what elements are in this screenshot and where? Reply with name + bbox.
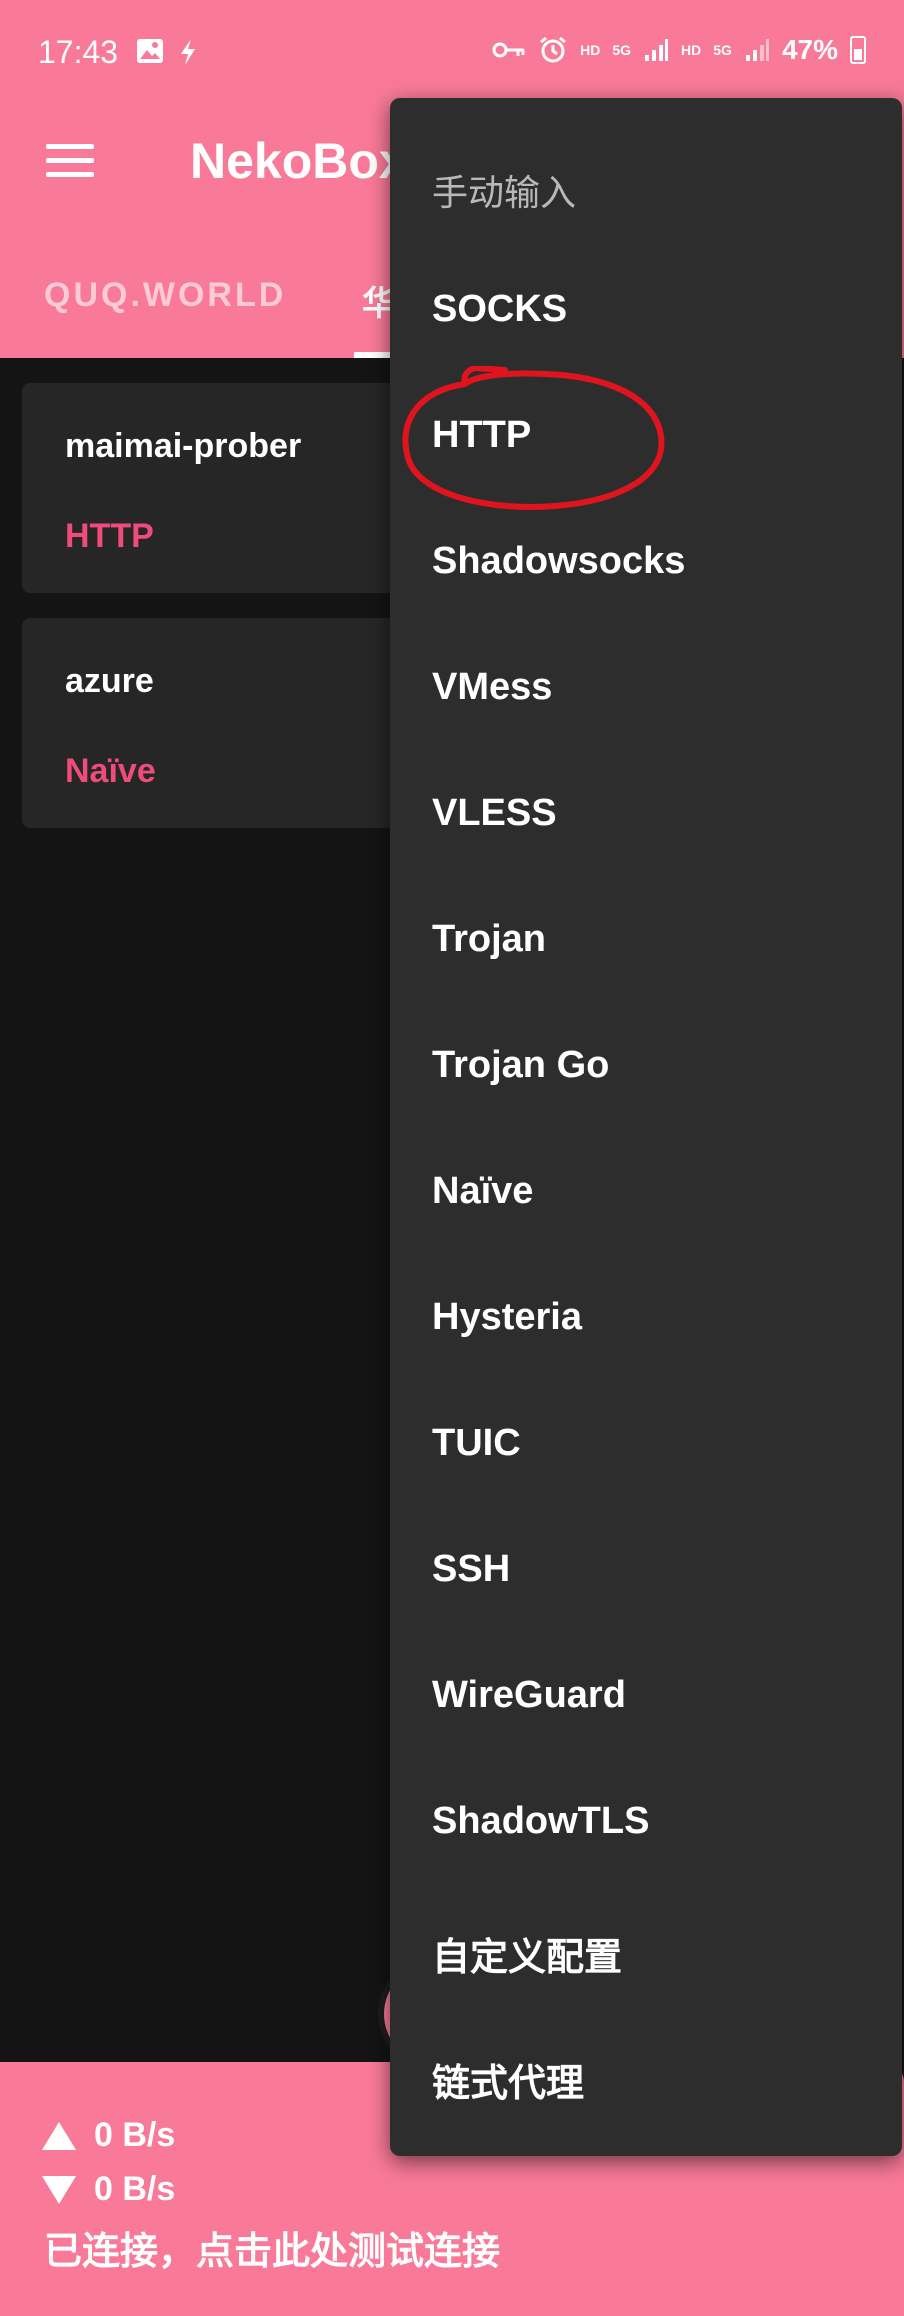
download-speed-value: 0 B/s — [94, 2170, 176, 2208]
hd-badge-1: HD — [580, 42, 601, 58]
profile-type: Naïve — [65, 752, 156, 790]
upload-speed-value: 0 B/s — [94, 2116, 176, 2154]
menu-item-http[interactable]: HTTP — [432, 414, 531, 457]
upload-arrow-icon — [42, 2121, 76, 2150]
menu-item-tuic[interactable]: TUIC — [432, 1422, 521, 1465]
lightning-icon — [181, 39, 195, 65]
status-time: 17:43 — [38, 34, 119, 70]
menu-item-trojan[interactable]: Trojan — [432, 918, 546, 961]
download-arrow-icon — [42, 2175, 76, 2204]
menu-item-trojan-go[interactable]: Trojan Go — [432, 1044, 609, 1087]
profile-card[interactable]: maimai-prober HTTP — [22, 383, 422, 593]
key-icon — [492, 42, 525, 58]
alarm-icon — [540, 36, 567, 63]
menu-item-ssh[interactable]: SSH — [432, 1548, 510, 1591]
menu-item-wireguard[interactable]: WireGuard — [432, 1674, 626, 1717]
menu-item-vless[interactable]: VLESS — [432, 792, 557, 835]
menu-icon[interactable] — [46, 140, 98, 180]
app-title: NekoBox — [190, 133, 407, 189]
image-icon — [137, 39, 163, 63]
network-type-1: 5G — [612, 42, 632, 58]
menu-item-shadowtls[interactable]: ShadowTLS — [432, 1800, 649, 1843]
battery-percent: 47% — [781, 34, 838, 65]
add-profile-menu: 手动输入 SOCKS HTTP Shadowsocks VMess VLESS … — [390, 98, 902, 2156]
status-icons-left — [136, 38, 198, 66]
menu-item-chain-proxy[interactable]: 链式代理 — [432, 2052, 584, 2107]
menu-item-vmess[interactable]: VMess — [432, 666, 552, 709]
profile-name: azure — [65, 662, 154, 700]
menu-header: 手动输入 — [432, 172, 577, 213]
signal-icon — [745, 39, 769, 61]
menu-item-shadowsocks[interactable]: Shadowsocks — [432, 540, 685, 583]
connection-status[interactable]: 已连接，点击此处测试连接 — [44, 2220, 500, 2275]
hd-badge-2: HD — [681, 42, 702, 58]
menu-item-hysteria[interactable]: Hysteria — [432, 1296, 582, 1339]
download-speed: 0 B/s — [42, 2170, 175, 2209]
status-right: HD 5G HD 5G 47% — [492, 34, 866, 66]
menu-item-naive[interactable]: Naïve — [432, 1170, 533, 1213]
signal-icon — [645, 39, 669, 61]
upload-speed: 0 B/s — [42, 2116, 175, 2155]
tab-group-1[interactable]: QUQ.WORLD — [44, 276, 286, 315]
battery-icon — [850, 36, 866, 64]
menu-item-socks[interactable]: SOCKS — [432, 288, 567, 331]
network-type-2: 5G — [713, 42, 732, 58]
profile-name: maimai-prober — [65, 427, 302, 465]
profile-card[interactable]: azure Naïve — [22, 618, 422, 828]
menu-item-custom-config[interactable]: 自定义配置 — [432, 1926, 622, 1981]
profile-type: HTTP — [65, 517, 154, 555]
